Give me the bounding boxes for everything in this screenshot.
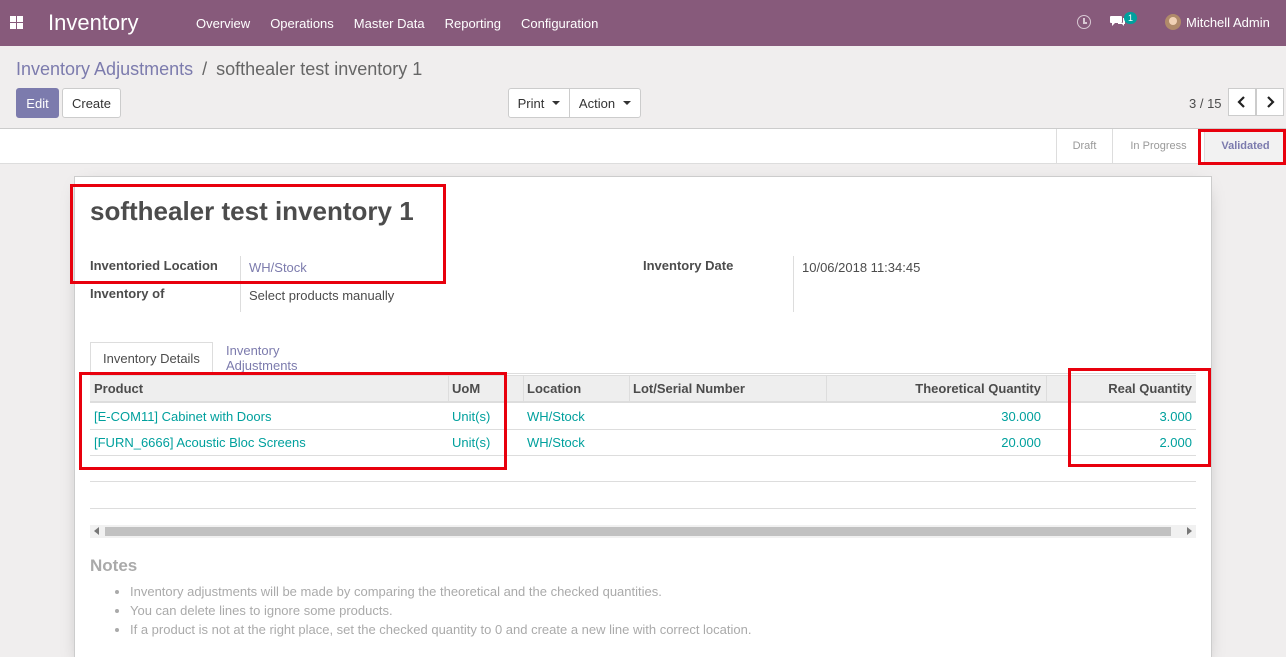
row-divider (90, 429, 1196, 430)
row-2-product[interactable]: [FURN_6666] Acoustic Bloc Screens (94, 435, 306, 450)
status-draft[interactable]: Draft (1056, 129, 1112, 163)
pager-previous-button[interactable] (1228, 88, 1256, 116)
row-1-location[interactable]: WH/Stock (527, 409, 585, 424)
tab-inventory-adjustments[interactable]: Inventory Adjustments (214, 342, 310, 374)
column-header-real-quantity[interactable]: Real Quantity (1108, 381, 1192, 396)
column-separator (629, 376, 630, 402)
table-footer-line (90, 481, 1196, 482)
column-header-lot-serial[interactable]: Lot/Serial Number (633, 381, 745, 396)
column-separator (448, 376, 449, 402)
notes-list: Inventory adjustments will be made by co… (116, 583, 751, 640)
menu-master-data[interactable]: Master Data (344, 16, 435, 31)
create-button[interactable]: Create (62, 88, 121, 118)
record-title: softhealer test inventory 1 (90, 196, 414, 226)
breadcrumb-separator: / (202, 59, 208, 79)
note-item: If a product is not at the right place, … (130, 621, 751, 640)
scroll-right-icon[interactable] (1187, 527, 1192, 535)
edit-button[interactable]: Edit (16, 88, 59, 118)
chevron-down-icon (623, 101, 632, 105)
row-2-real-quantity[interactable]: 2.000 (1159, 435, 1192, 450)
chevron-down-icon (552, 101, 561, 105)
chevron-right-icon (1267, 96, 1275, 108)
column-header-location[interactable]: Location (527, 381, 581, 396)
note-item: Inventory adjustments will be made by co… (130, 583, 751, 602)
divider (240, 256, 241, 312)
row-1-theoretical-quantity[interactable]: 30.000 (1001, 409, 1041, 424)
app-brand[interactable]: Inventory (48, 10, 139, 36)
column-separator (1046, 376, 1047, 402)
column-separator (523, 376, 524, 402)
scrollbar-thumb[interactable] (105, 527, 1171, 536)
breadcrumb-current: softhealer test inventory 1 (216, 59, 423, 79)
inventory-of-label: Inventory of (90, 286, 165, 301)
row-2-theoretical-quantity[interactable]: 20.000 (1001, 435, 1041, 450)
menu-reporting[interactable]: Reporting (435, 16, 511, 31)
row-divider (90, 455, 1196, 456)
user-menu[interactable]: Mitchell Admin (1186, 15, 1270, 30)
user-avatar[interactable] (1165, 14, 1181, 30)
column-header-theoretical-quantity[interactable]: Theoretical Quantity (915, 381, 1041, 396)
scroll-left-icon[interactable] (94, 527, 99, 535)
pager-value[interactable]: 3 / 15 (1189, 96, 1222, 111)
table-footer-line (90, 508, 1196, 509)
status-in-progress[interactable]: In Progress (1112, 129, 1204, 163)
column-header-product[interactable]: Product (94, 381, 143, 396)
messages-count-badge: 1 (1124, 12, 1138, 24)
main-menu: Overview Operations Master Data Reportin… (186, 0, 608, 46)
print-label: Print (517, 95, 545, 111)
tab-inventory-details[interactable]: Inventory Details (90, 342, 213, 374)
row-1-uom[interactable]: Unit(s) (452, 409, 490, 424)
action-dropdown[interactable]: Action (569, 88, 641, 118)
status-validated[interactable]: Validated (1204, 129, 1286, 163)
control-panel: Inventory Adjustments / softhealer test … (0, 46, 1286, 129)
horizontal-scrollbar[interactable] (90, 525, 1196, 538)
apps-menu-icon[interactable] (10, 16, 23, 29)
column-header-uom[interactable]: UoM (452, 381, 480, 396)
note-item: You can delete lines to ignore some prod… (130, 602, 751, 621)
column-separator (826, 376, 827, 402)
menu-overview[interactable]: Overview (186, 16, 260, 31)
inventoried-location-label: Inventoried Location (90, 258, 218, 273)
row-2-location[interactable]: WH/Stock (527, 435, 585, 450)
breadcrumb-parent-link[interactable]: Inventory Adjustments (16, 59, 193, 79)
status-bar: Draft In Progress Validated (0, 129, 1286, 164)
notes-title: Notes (90, 556, 138, 575)
divider (793, 256, 794, 312)
pager-next-button[interactable] (1256, 88, 1284, 116)
inventory-of-value: Select products manually (249, 288, 395, 303)
row-1-product[interactable]: [E-COM11] Cabinet with Doors (94, 409, 272, 424)
action-label: Action (578, 95, 616, 111)
row-1-real-quantity[interactable]: 3.000 (1159, 409, 1192, 424)
inventory-date-value: 10/06/2018 11:34:45 (802, 260, 921, 275)
chevron-left-icon (1237, 96, 1245, 108)
activity-clock-icon[interactable] (1077, 15, 1091, 29)
menu-configuration[interactable]: Configuration (511, 16, 608, 31)
top-navbar: Inventory Overview Operations Master Dat… (0, 0, 1286, 46)
inventoried-location-value[interactable]: WH/Stock (249, 260, 307, 275)
inventory-date-label: Inventory Date (643, 258, 734, 273)
row-2-uom[interactable]: Unit(s) (452, 435, 490, 450)
menu-operations[interactable]: Operations (260, 16, 344, 31)
print-dropdown[interactable]: Print (508, 88, 570, 118)
breadcrumb: Inventory Adjustments / softhealer test … (16, 59, 422, 80)
